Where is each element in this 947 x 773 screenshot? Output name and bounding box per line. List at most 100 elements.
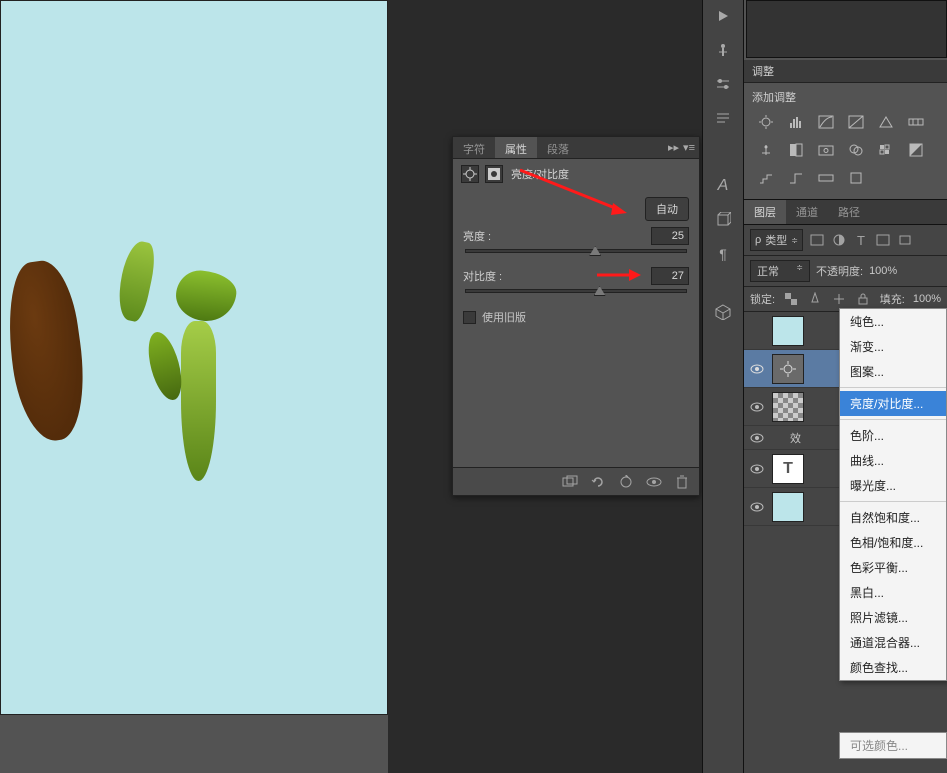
tab-paragraph[interactable]: 段落 xyxy=(537,137,579,158)
color-lookup-adj-icon[interactable] xyxy=(876,141,896,159)
lock-transparency-icon[interactable] xyxy=(783,291,799,307)
tab-channels[interactable]: 通道 xyxy=(786,200,828,224)
filter-shape-icon[interactable] xyxy=(875,232,891,248)
visibility-toggle[interactable] xyxy=(748,322,766,340)
context-menu-item[interactable]: 渐变... xyxy=(840,334,946,359)
posterize-adj-icon[interactable] xyxy=(756,169,776,187)
paragraph-styles-icon[interactable] xyxy=(713,108,733,128)
properties-title: 亮度/对比度 xyxy=(509,166,569,182)
context-menu-item[interactable]: 曲线... xyxy=(840,448,946,473)
curves-adj-icon[interactable] xyxy=(816,113,836,131)
add-adjustment-label: 添加调整 xyxy=(752,89,939,105)
contrast-label: 对比度 : xyxy=(463,268,523,284)
filter-smart-icon[interactable] xyxy=(897,232,913,248)
effects-label: 效 xyxy=(772,430,801,446)
visibility-toggle[interactable] xyxy=(748,360,766,378)
hue-sat-adj-icon[interactable] xyxy=(906,113,926,131)
panel-expand-icon[interactable]: ▸▸ xyxy=(668,141,679,154)
photo-filter-adj-icon[interactable] xyxy=(816,141,836,159)
layer-filter-kind[interactable]: ρ类型≑ xyxy=(750,229,803,251)
context-menu-item[interactable]: 色阶... xyxy=(840,423,946,448)
context-menu-item[interactable]: 曝光度... xyxy=(840,473,946,498)
context-menu-item[interactable]: 自然饱和度... xyxy=(840,505,946,530)
visibility-toggle[interactable] xyxy=(748,398,766,416)
adjustments-icon-grid xyxy=(752,111,939,189)
context-menu-item[interactable]: 色彩平衡... xyxy=(840,555,946,580)
visibility-toggle[interactable] xyxy=(748,429,766,447)
type-layer-thumbnail[interactable]: T xyxy=(772,454,804,484)
exposure-adj-icon[interactable] xyxy=(846,113,866,131)
bw-adj-icon[interactable] xyxy=(786,141,806,159)
paragraph-panel-icon[interactable]: ¶ xyxy=(713,244,733,264)
context-menu-item[interactable]: 纯色... xyxy=(840,309,946,334)
blend-mode-select[interactable]: 正常 ≑ xyxy=(750,260,810,282)
selective-color-adj-icon[interactable] xyxy=(846,169,866,187)
context-menu-item[interactable]: 黑白... xyxy=(840,580,946,605)
panel-menu-icon[interactable]: ▾≡ xyxy=(683,141,695,154)
threshold-adj-icon[interactable] xyxy=(786,169,806,187)
view-previous-icon[interactable] xyxy=(589,473,607,491)
layer-thumbnail[interactable] xyxy=(772,492,804,522)
fill-value[interactable]: 100% xyxy=(913,293,941,305)
play-icon[interactable] xyxy=(713,6,733,26)
canvas-area[interactable] xyxy=(0,0,388,715)
levels-adj-icon[interactable] xyxy=(786,113,806,131)
visibility-toggle[interactable] xyxy=(748,460,766,478)
tab-properties[interactable]: 属性 xyxy=(495,137,537,158)
legacy-checkbox[interactable] xyxy=(463,311,476,324)
color-balance-adj-icon[interactable] xyxy=(756,141,776,159)
adjustment-layer-thumbnail[interactable] xyxy=(772,354,804,384)
cube-icon[interactable] xyxy=(713,302,733,322)
context-menu-item[interactable]: 色相/饱和度... xyxy=(840,530,946,555)
adjustments-header[interactable]: 调整 xyxy=(744,60,947,83)
context-menu-item[interactable]: 照片滤镜... xyxy=(840,605,946,630)
brightness-contrast-adj-icon[interactable] xyxy=(756,113,776,131)
contrast-value-input[interactable]: 27 xyxy=(651,267,689,285)
brightness-value-input[interactable]: 25 xyxy=(651,227,689,245)
context-menu-item[interactable]: 亮度/对比度... xyxy=(840,391,946,416)
gradient-map-adj-icon[interactable] xyxy=(816,169,836,187)
lock-label: 锁定: xyxy=(750,291,775,307)
clip-to-layer-icon[interactable] xyxy=(561,473,579,491)
filter-type-icon[interactable]: T xyxy=(853,232,869,248)
lock-position-icon[interactable] xyxy=(831,291,847,307)
opacity-value[interactable]: 100% xyxy=(869,265,897,277)
fill-label: 填充: xyxy=(880,291,905,307)
filter-pixel-icon[interactable] xyxy=(809,232,825,248)
context-menu-item[interactable]: 颜色查找... xyxy=(840,655,946,680)
menu-separator xyxy=(840,501,946,502)
menu-separator xyxy=(840,387,946,388)
brightness-slider[interactable] xyxy=(465,249,687,253)
layer-thumbnail[interactable] xyxy=(772,316,804,346)
mask-icon xyxy=(485,165,503,183)
brightness-contrast-icon xyxy=(461,165,479,183)
lock-pixels-icon[interactable] xyxy=(807,291,823,307)
filter-adjustment-icon[interactable] xyxy=(831,232,847,248)
tab-character[interactable]: 字符 xyxy=(453,137,495,158)
character-panel-icon[interactable]: A xyxy=(713,176,733,196)
auto-button[interactable]: 自动 xyxy=(645,197,689,221)
brush-settings-icon[interactable] xyxy=(713,40,733,60)
delete-icon[interactable] xyxy=(673,473,691,491)
context-menu-item[interactable]: 图案... xyxy=(840,359,946,384)
panel-dock-toolbar: A ¶ xyxy=(702,0,744,773)
contrast-slider[interactable] xyxy=(465,289,687,293)
reset-icon[interactable] xyxy=(617,473,635,491)
context-menu-item[interactable]: 可选颜色... xyxy=(839,732,947,759)
vibrance-adj-icon[interactable] xyxy=(876,113,896,131)
navigator-thumbnail[interactable] xyxy=(746,0,947,58)
visibility-icon[interactable] xyxy=(645,473,663,491)
legacy-label: 使用旧版 xyxy=(482,309,526,325)
tab-paths[interactable]: 路径 xyxy=(828,200,870,224)
sliders-icon[interactable] xyxy=(713,74,733,94)
invert-adj-icon[interactable] xyxy=(906,141,926,159)
visibility-toggle[interactable] xyxy=(748,498,766,516)
opacity-label: 不透明度: xyxy=(816,263,863,279)
3d-panel-icon[interactable] xyxy=(713,210,733,230)
lock-all-icon[interactable] xyxy=(855,291,871,307)
properties-panel: 字符 属性 段落 ▸▸ ▾≡ 亮度/对比度 自动 亮度 : 25 对比度 : 2… xyxy=(452,136,700,496)
context-menu-item[interactable]: 通道混合器... xyxy=(840,630,946,655)
channel-mixer-adj-icon[interactable] xyxy=(846,141,866,159)
layer-thumbnail[interactable] xyxy=(772,392,804,422)
tab-layers[interactable]: 图层 xyxy=(744,200,786,224)
